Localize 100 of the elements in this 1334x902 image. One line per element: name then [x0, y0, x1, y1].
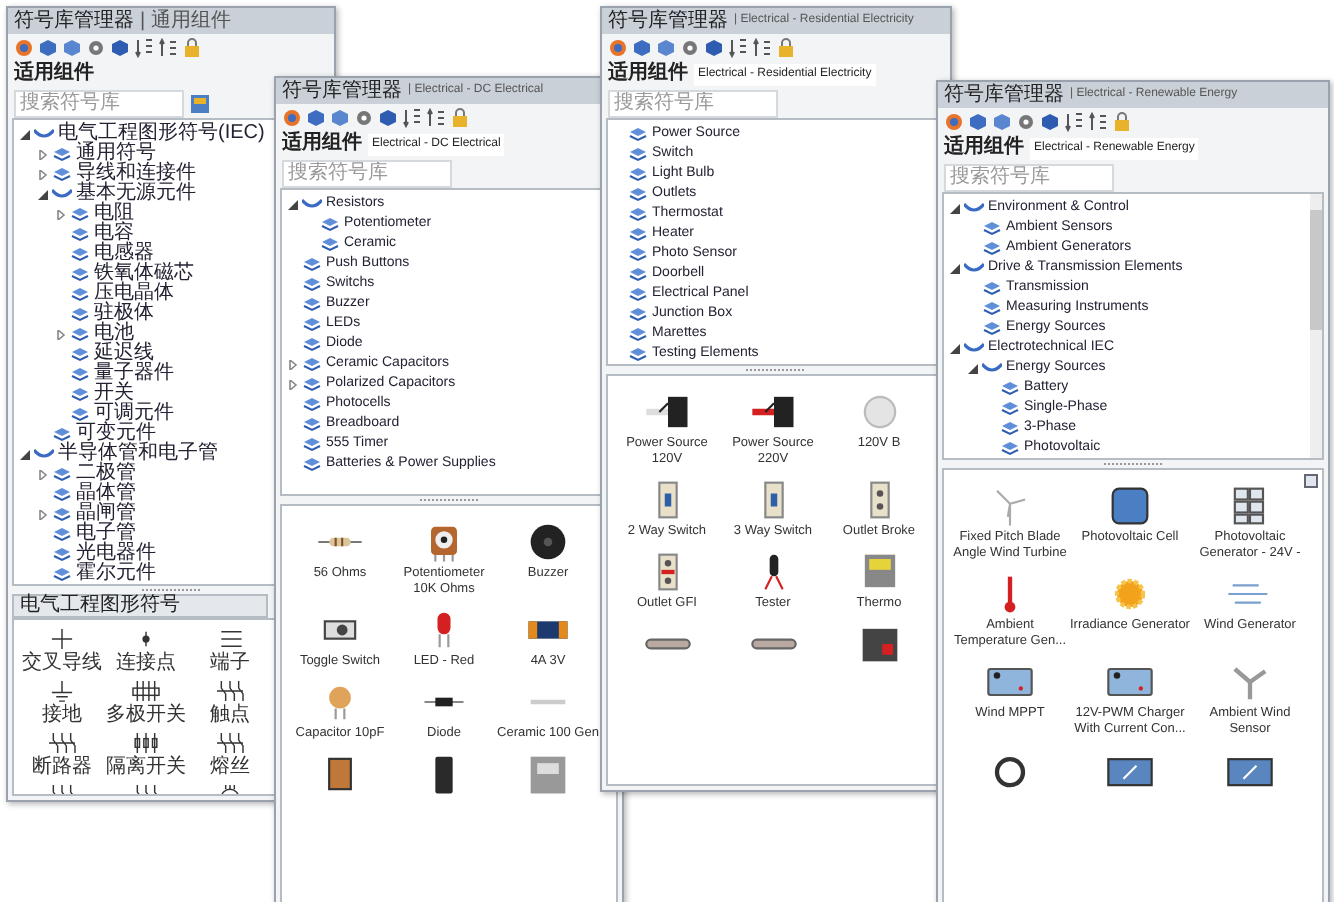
tree-item[interactable]: 二极管	[76, 464, 136, 484]
tree-item[interactable]: 开关	[94, 384, 134, 404]
tree-item[interactable]: 电容	[94, 224, 134, 244]
controller-box-icon[interactable]	[1104, 662, 1156, 702]
stack-icon	[628, 186, 648, 202]
collapse-arrow-icon[interactable]	[949, 203, 959, 213]
collapse-arrow-icon[interactable]	[949, 343, 959, 353]
gear-icon[interactable]	[86, 37, 106, 57]
tree-item[interactable]: 通用符号	[76, 144, 156, 164]
scrollbar-thumb[interactable]	[1310, 210, 1322, 330]
gear-icon[interactable]	[354, 107, 374, 127]
stack-icon	[52, 486, 72, 502]
palette-icon[interactable]	[944, 111, 964, 131]
sort-icon[interactable]	[426, 107, 446, 127]
stack-icon	[1000, 380, 1020, 396]
library-label: 适用组件	[944, 138, 1024, 158]
stack-icon	[982, 300, 1002, 316]
collapse-arrow-icon[interactable]	[287, 199, 297, 209]
lock-icon[interactable]	[1112, 111, 1132, 131]
stack-icon	[70, 246, 90, 262]
tree-item[interactable]: 电池	[94, 324, 134, 344]
tree-item[interactable]: 晶体管	[76, 484, 136, 504]
tree-item[interactable]: 电子管	[76, 524, 136, 544]
collapse-arrow-icon[interactable]	[19, 449, 29, 459]
search-field[interactable]: 搜索符号库	[14, 89, 184, 117]
sort-icon[interactable]	[158, 37, 178, 57]
window-title: 符号库管理器	[14, 11, 134, 31]
item-label: 接地	[42, 704, 82, 726]
splitter-grip-icon[interactable]	[141, 586, 201, 594]
tree-item[interactable]: 延迟线	[94, 344, 154, 364]
stack-icon	[1000, 420, 1020, 436]
sort-icon[interactable]	[1088, 111, 1108, 131]
expand-arrow-icon[interactable]	[37, 469, 47, 479]
stack-icon	[320, 236, 340, 252]
splitter-grip-icon[interactable]	[1103, 460, 1163, 468]
tree-item[interactable]: 驻极体	[94, 304, 154, 324]
tree-item[interactable]: 电感器	[94, 244, 154, 264]
expand-arrow-icon[interactable]	[37, 149, 47, 159]
palette-icon[interactable]	[14, 37, 34, 57]
expand-arrow-icon[interactable]	[55, 329, 65, 339]
stack-icon	[302, 276, 322, 292]
contact-symbol-icon[interactable]	[212, 730, 248, 756]
tree-item[interactable]: 半导体管和电子管	[58, 444, 218, 464]
power-cord-icon[interactable]	[747, 392, 799, 432]
sort-icon[interactable]	[752, 37, 772, 57]
palette-icon[interactable]	[282, 107, 302, 127]
window-title: 符号库管理器	[608, 11, 728, 31]
stack-icon	[628, 206, 648, 222]
tree-item[interactable]: 基本无源元件	[76, 184, 196, 204]
sort-icon[interactable]	[402, 107, 422, 127]
lock-icon[interactable]	[776, 37, 796, 57]
tree-item[interactable]: 导线和连接件	[76, 164, 196, 184]
controller-box-icon[interactable]	[984, 662, 1036, 702]
tree-item[interactable]: 可调元件	[94, 404, 174, 424]
stack-icon	[70, 206, 90, 222]
collapse-arrow-icon[interactable]	[967, 363, 977, 373]
sort-icon[interactable]	[1064, 111, 1084, 131]
gallery-header[interactable]: 电气工程图形符号	[12, 594, 268, 618]
collapse-arrow-icon[interactable]	[949, 263, 959, 273]
lock-icon[interactable]	[182, 37, 202, 57]
tree-item[interactable]: 量子器件	[94, 364, 174, 384]
tree-item[interactable]: 可变元件	[76, 424, 156, 444]
tree-item[interactable]: 电阻	[94, 204, 134, 224]
sort-icon[interactable]	[134, 37, 154, 57]
expand-arrow-icon[interactable]	[287, 379, 297, 389]
expand-arrow-icon[interactable]	[287, 359, 297, 369]
collapse-arrow-icon[interactable]	[19, 129, 29, 139]
lock-icon[interactable]	[450, 107, 470, 127]
gear-icon[interactable]	[680, 37, 700, 57]
search-field[interactable]: 搜索符号库	[944, 163, 1114, 191]
power-cord-icon[interactable]	[641, 392, 693, 432]
scrollbar[interactable]	[1310, 194, 1322, 458]
tree-item[interactable]: 光电器件	[76, 544, 156, 564]
gear-icon[interactable]	[1016, 111, 1036, 131]
splitter-grip-icon[interactable]	[746, 366, 806, 374]
splitter-grip-icon[interactable]	[419, 496, 479, 504]
expand-arrow-icon[interactable]	[37, 169, 47, 179]
view-icon[interactable]	[1304, 474, 1318, 488]
palette-icon[interactable]	[608, 37, 628, 57]
expand-arrow-icon[interactable]	[55, 209, 65, 219]
fuse-symbol-icon[interactable]	[128, 730, 164, 756]
tree-item[interactable]: 压电晶体	[94, 284, 174, 304]
search-field[interactable]: 搜索符号库	[608, 89, 778, 117]
contact-symbol-icon[interactable]	[44, 730, 80, 756]
tree-item[interactable]: 铁氧体磁芯	[94, 264, 194, 284]
stack-icon	[302, 316, 322, 332]
switch-block-symbol-icon[interactable]	[128, 678, 164, 704]
tree-item[interactable]: 电气工程图形符号(IEC)	[58, 124, 265, 144]
search-field[interactable]: 搜索符号库	[282, 159, 452, 187]
gallery-title: 电气工程图形符号	[20, 596, 180, 616]
collapse-arrow-icon[interactable]	[37, 189, 47, 199]
contact-symbol-icon[interactable]	[212, 678, 248, 704]
stack-icon	[982, 220, 1002, 236]
stack-icon	[302, 436, 322, 452]
stack-icon	[70, 386, 90, 402]
expand-arrow-icon[interactable]	[37, 509, 47, 519]
tree-item[interactable]: 霍尔元件	[76, 564, 156, 584]
tree-item[interactable]: 晶闸管	[76, 504, 136, 524]
stack-icon	[628, 166, 648, 182]
sort-icon[interactable]	[728, 37, 748, 57]
